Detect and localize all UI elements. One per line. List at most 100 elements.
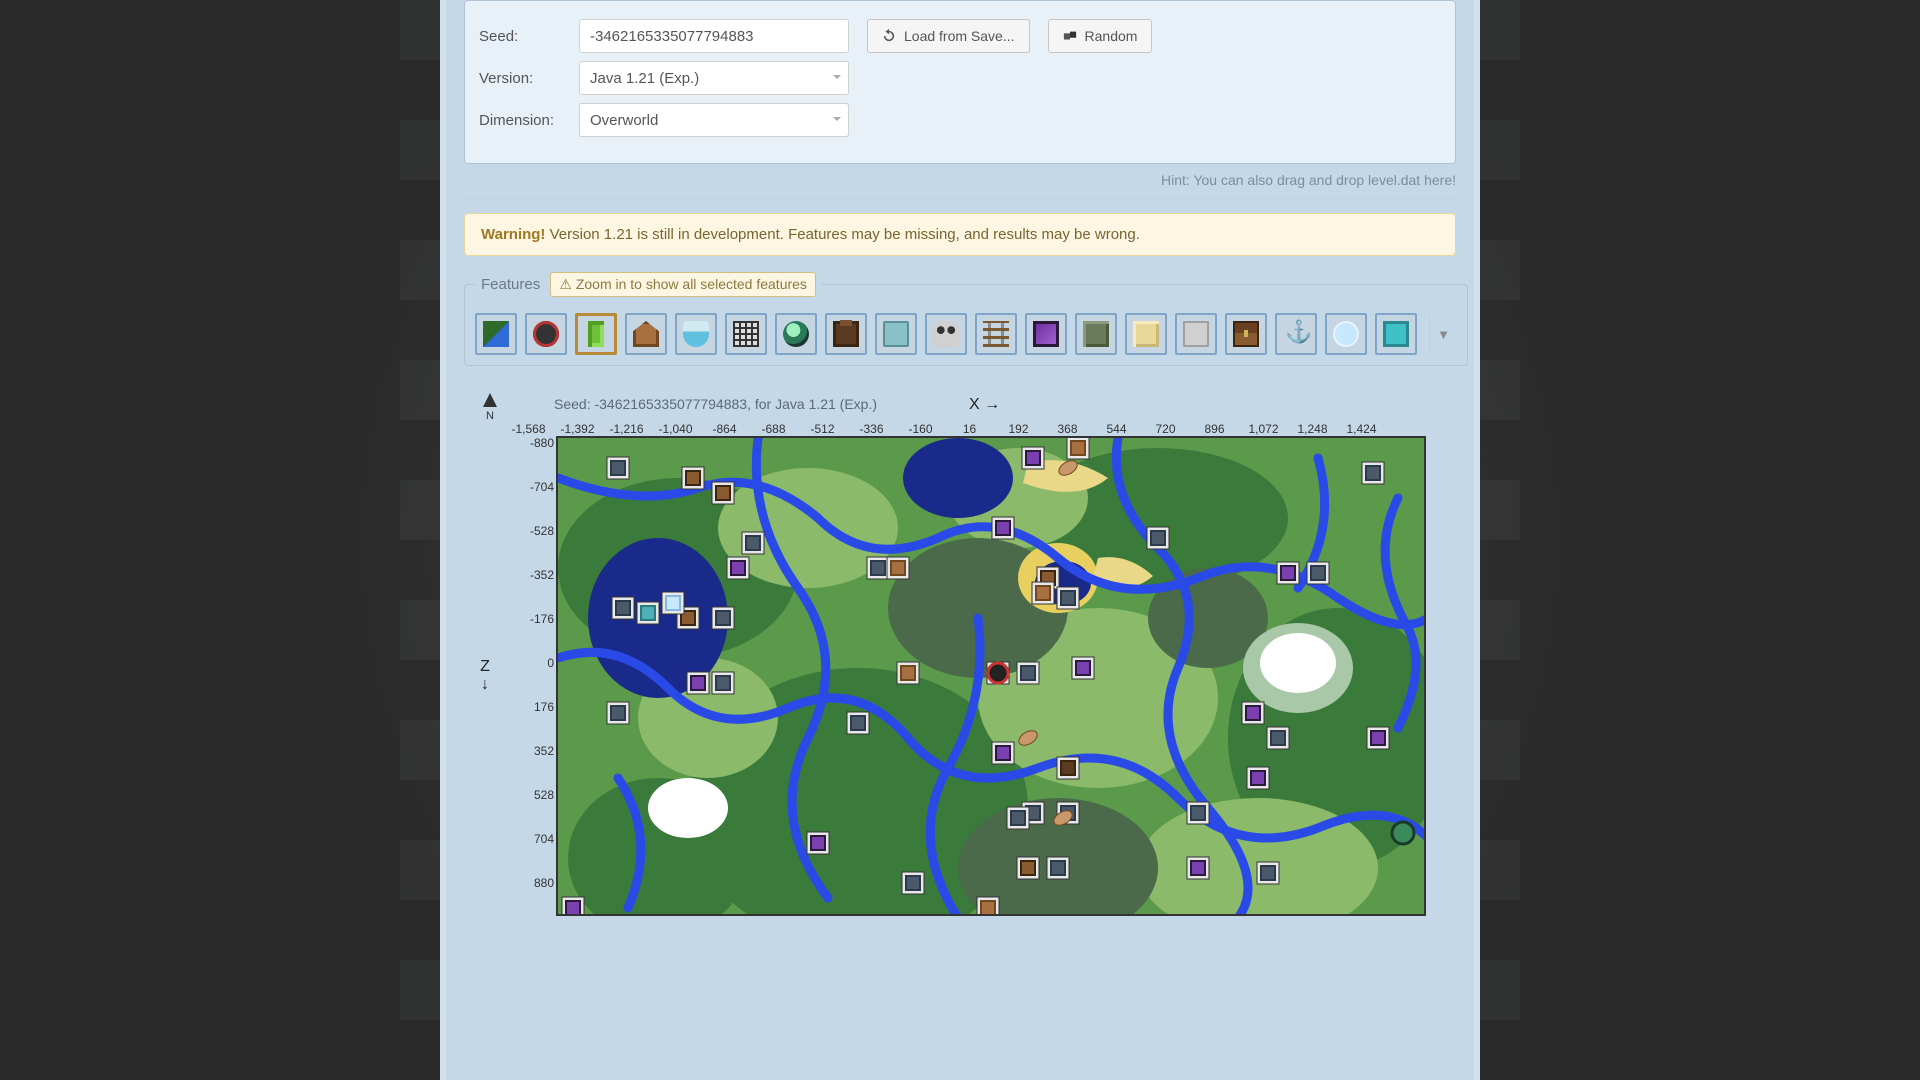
z-tick: 176 (504, 700, 554, 744)
feature-toggle-row: ▼ (475, 313, 1457, 355)
anchor-icon (1283, 321, 1309, 347)
x-tick: -512 (798, 422, 847, 436)
rail-icon (983, 321, 1009, 347)
feature-iceberg[interactable] (1325, 313, 1367, 355)
snow-icon (1333, 321, 1359, 347)
warning-text: Version 1.21 is still in development. Fe… (545, 226, 1139, 243)
x-tick: 16 (945, 422, 994, 436)
village-icon (633, 321, 659, 347)
biome-map[interactable] (556, 436, 1426, 916)
x-tick: -160 (896, 422, 945, 436)
feature-biome[interactable] (475, 313, 517, 355)
feature-mossy-ruin[interactable] (1075, 313, 1117, 355)
x-tick: 544 (1092, 422, 1141, 436)
load-from-save-button[interactable]: Load from Save... (867, 19, 1030, 53)
x-tick: -1,040 (651, 422, 700, 436)
z-axis-label: Z↓ (474, 658, 496, 694)
skull-icon (933, 321, 959, 347)
version-warning: Warning! Version 1.21 is still in develo… (464, 213, 1456, 256)
biome-icon (483, 321, 509, 347)
x-tick: -1,392 (553, 422, 602, 436)
feature-ancient-city[interactable] (1375, 313, 1417, 355)
undo-icon (882, 29, 896, 43)
warning-bold: Warning! (481, 226, 545, 243)
feature-pillager-outpost[interactable] (825, 313, 867, 355)
z-tick: 0 (504, 656, 554, 700)
random-button[interactable]: Random (1048, 19, 1153, 53)
feature-fossil[interactable] (925, 313, 967, 355)
feature-slime-chunk[interactable] (575, 313, 617, 355)
spawn-icon (533, 321, 559, 347)
feature-stronghold-grid[interactable] (725, 313, 767, 355)
feature-ruined-portal[interactable] (1025, 313, 1067, 355)
x-axis-ticks: -1,568-1,392-1,216-1,040-864-688-512-336… (504, 422, 1424, 436)
portal-icon (1033, 321, 1059, 347)
divider (464, 198, 1456, 199)
x-tick: 1,072 (1239, 422, 1288, 436)
mossy-icon (1083, 321, 1109, 347)
x-tick: -1,568 (504, 422, 553, 436)
z-tick: -880 (504, 436, 554, 480)
x-tick: -336 (847, 422, 896, 436)
page-container: Seed: Load from Save... Random Version: … (440, 0, 1480, 1080)
seed-label: Seed: (479, 28, 579, 45)
x-tick: -864 (700, 422, 749, 436)
slime-icon (588, 321, 604, 347)
feature-more-toggle[interactable]: ▼ (1429, 313, 1457, 355)
feature-igloo[interactable] (1175, 313, 1217, 355)
z-tick: -704 (504, 480, 554, 524)
x-tick: -688 (749, 422, 798, 436)
igloo-icon (1183, 321, 1209, 347)
x-tick: 1,424 (1337, 422, 1386, 436)
z-tick: 528 (504, 788, 554, 832)
feature-witch-hut[interactable] (675, 313, 717, 355)
x-tick: 1,248 (1288, 422, 1337, 436)
feature-mineshaft[interactable] (975, 313, 1017, 355)
x-tick: 368 (1043, 422, 1092, 436)
x-tick: 896 (1190, 422, 1239, 436)
version-label: Version: (479, 70, 579, 87)
version-select[interactable]: Java 1.21 (Exp.) (579, 61, 849, 95)
z-tick: 352 (504, 744, 554, 788)
sand-icon (1133, 321, 1159, 347)
seed-form: Seed: Load from Save... Random Version: … (464, 0, 1456, 164)
monument-icon (883, 321, 909, 347)
outpost-icon (833, 321, 859, 347)
z-tick: 880 (504, 876, 554, 920)
grid-icon (733, 321, 759, 347)
map-seed-line: Seed: -3462165335077794883, for Java 1.2… (554, 396, 877, 412)
x-axis-label: X → (969, 396, 1000, 414)
potion-icon (683, 321, 709, 347)
x-tick: 192 (994, 422, 1043, 436)
z-tick: -352 (504, 568, 554, 612)
decorative-edge-left (400, 0, 440, 1080)
dice-icon (1063, 29, 1077, 43)
dimension-label: Dimension: (479, 112, 579, 129)
compass-icon: ▲ N (474, 390, 506, 422)
dimension-select[interactable]: Overworld (579, 103, 849, 137)
load-from-save-label: Load from Save... (904, 28, 1015, 44)
zoom-hint: ⚠ Zoom in to show all selected features (550, 272, 816, 297)
z-tick: -528 (504, 524, 554, 568)
feature-desert-temple[interactable] (1125, 313, 1167, 355)
features-legend: Features (481, 276, 540, 293)
pearl-icon (783, 321, 809, 347)
x-tick: -1,216 (602, 422, 651, 436)
features-box: Features ⚠ Zoom in to show all selected … (464, 272, 1468, 366)
z-tick: 704 (504, 832, 554, 876)
feature-shipwreck[interactable] (1275, 313, 1317, 355)
random-label: Random (1085, 28, 1138, 44)
chest-icon (1233, 321, 1259, 347)
feature-spawn[interactable] (525, 313, 567, 355)
feature-buried-treasure[interactable] (1225, 313, 1267, 355)
z-tick: -176 (504, 612, 554, 656)
z-axis-ticks: -880-704-528-352-1760176352528704880 (504, 436, 554, 920)
diamond-icon (1383, 321, 1409, 347)
decorative-edge-right (1480, 0, 1520, 1080)
feature-ender-pearl[interactable] (775, 313, 817, 355)
feature-village[interactable] (625, 313, 667, 355)
drag-drop-hint: Hint: You can also drag and drop level.d… (464, 172, 1456, 188)
seed-input[interactable] (579, 19, 849, 53)
x-tick: 720 (1141, 422, 1190, 436)
feature-ocean-monument[interactable] (875, 313, 917, 355)
